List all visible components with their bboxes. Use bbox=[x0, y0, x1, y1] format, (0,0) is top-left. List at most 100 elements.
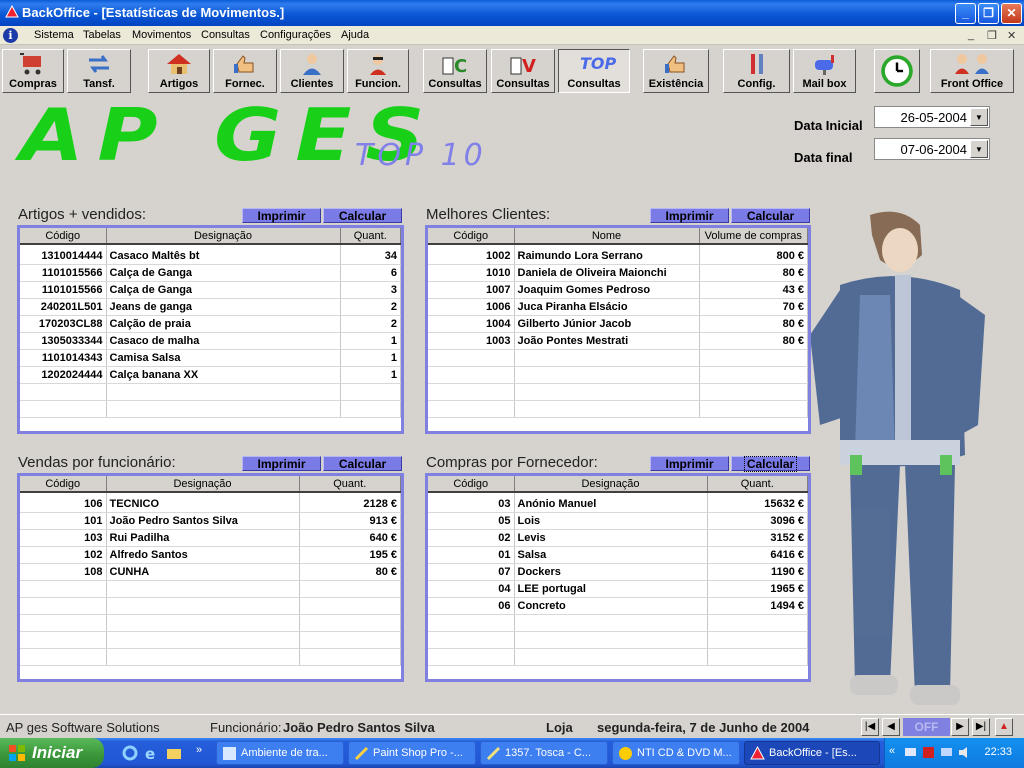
table-row[interactable]: 1007 Joaquim Gomes Pedroso 43 € bbox=[428, 281, 808, 299]
mdi-close-icon[interactable]: ✕ bbox=[1007, 29, 1016, 42]
column-header[interactable]: Quant. bbox=[340, 228, 401, 245]
browser-icon[interactable]: e bbox=[144, 745, 160, 761]
table-row[interactable]: 07 Dockers 1190 € bbox=[428, 563, 808, 581]
empty-row[interactable] bbox=[428, 614, 808, 632]
menu-tabelas[interactable]: Tabelas bbox=[83, 29, 121, 41]
column-header[interactable]: Código bbox=[428, 228, 515, 245]
table-row[interactable]: 102 Alfredo Santos 195 € bbox=[20, 546, 401, 564]
start-button[interactable]: Iniciar bbox=[0, 738, 104, 768]
next-record-button[interactable]: ▶ bbox=[951, 718, 969, 736]
empty-row[interactable] bbox=[20, 631, 401, 649]
table-row[interactable]: 03 Anónio Manuel 15632 € bbox=[428, 492, 808, 513]
monitor-icon[interactable] bbox=[939, 745, 954, 760]
empty-row[interactable] bbox=[428, 383, 808, 401]
table-row[interactable]: 1202024444 Calça banana XX 1 bbox=[20, 366, 401, 384]
column-header[interactable]: Nome bbox=[514, 228, 700, 245]
volume-icon[interactable] bbox=[957, 745, 972, 760]
task-nti[interactable]: NTI CD & DVD M... bbox=[612, 741, 740, 765]
funcion-button[interactable]: Funcion. bbox=[347, 49, 409, 93]
first-record-button[interactable]: |◀ bbox=[861, 718, 879, 736]
up-arrow-icon[interactable]: ▲ bbox=[995, 718, 1013, 736]
chevron-down-icon[interactable]: ▼ bbox=[970, 140, 988, 158]
empty-row[interactable] bbox=[428, 366, 808, 384]
transf-button[interactable]: Tansf. bbox=[67, 49, 131, 93]
artigos-button[interactable]: Artigos bbox=[148, 49, 210, 93]
clientes-table[interactable]: Código Nome Volume de compras 1002 Raimun… bbox=[425, 225, 811, 434]
task-paintshop[interactable]: Paint Shop Pro -... bbox=[348, 741, 476, 765]
internet-explorer-icon[interactable] bbox=[122, 745, 138, 761]
table-row[interactable]: 240201L501 Jeans de ganga 2 bbox=[20, 298, 401, 316]
table-row[interactable]: 06 Concreto 1494 € bbox=[428, 597, 808, 615]
security-icon[interactable] bbox=[921, 745, 936, 760]
artigos-calc-button[interactable]: Calcular bbox=[323, 208, 402, 223]
column-header[interactable]: Designação bbox=[106, 228, 341, 245]
compras-print-button[interactable]: Imprimir bbox=[650, 456, 729, 471]
table-row[interactable]: 108 CUNHA 80 € bbox=[20, 563, 401, 581]
prev-record-button[interactable]: ◀ bbox=[882, 718, 900, 736]
menu-configuracoes[interactable]: Configurações bbox=[260, 29, 331, 41]
column-header[interactable]: Código bbox=[20, 476, 107, 493]
table-row[interactable]: 04 LEE portugal 1965 € bbox=[428, 580, 808, 598]
network-icon[interactable] bbox=[903, 745, 918, 760]
task-tosca[interactable]: 1357. Tosca - C... bbox=[480, 741, 608, 765]
table-row[interactable]: 1002 Raimundo Lora Serrano 800 € bbox=[428, 244, 808, 265]
close-button[interactable]: ✕ bbox=[1001, 3, 1022, 24]
table-row[interactable]: 106 TECNICO 2128 € bbox=[20, 492, 401, 513]
folder-icon[interactable] bbox=[166, 745, 182, 761]
clock-button[interactable] bbox=[874, 49, 920, 93]
mdi-restore-icon[interactable]: ❐ bbox=[987, 29, 997, 42]
menu-movimentos[interactable]: Movimentos bbox=[132, 29, 191, 41]
table-row[interactable]: 101 João Pedro Santos Silva 913 € bbox=[20, 512, 401, 530]
table-row[interactable]: 1006 Juca Piranha Elsácio 70 € bbox=[428, 298, 808, 316]
fornec-button[interactable]: Fornec. bbox=[213, 49, 277, 93]
start-date-field[interactable]: 26-05-2004 ▼ bbox=[874, 106, 990, 128]
empty-row[interactable] bbox=[20, 400, 401, 418]
consultas-top-button[interactable]: TOP Consultas bbox=[558, 49, 630, 93]
minimize-button[interactable]: _ bbox=[955, 3, 976, 24]
maximize-button[interactable]: ❐ bbox=[978, 3, 999, 24]
table-row[interactable]: 1101015566 Calça de Ganga 6 bbox=[20, 264, 401, 282]
task-ambiente[interactable]: Ambiente de tra... bbox=[216, 741, 344, 765]
table-row[interactable]: 1003 João Pontes Mestrati 80 € bbox=[428, 332, 808, 350]
tray-expand-icon[interactable]: « bbox=[889, 745, 895, 757]
artigos-print-button[interactable]: Imprimir bbox=[242, 208, 321, 223]
clientes-print-button[interactable]: Imprimir bbox=[650, 208, 729, 223]
empty-row[interactable] bbox=[20, 648, 401, 666]
table-row[interactable]: 1101015566 Calça de Ganga 3 bbox=[20, 281, 401, 299]
vendas-table[interactable]: Código Designação Quant. 106 TECNICO 2128 … bbox=[17, 473, 404, 682]
existencia-button[interactable]: Existência bbox=[643, 49, 709, 93]
end-date-field[interactable]: 07-06-2004 ▼ bbox=[874, 138, 990, 160]
empty-row[interactable] bbox=[20, 597, 401, 615]
mailbox-button[interactable]: Mail box bbox=[793, 49, 856, 93]
chevron-down-icon[interactable]: ▼ bbox=[970, 108, 988, 126]
compras-table[interactable]: Código Designação Quant. 03 Anónio Manuel… bbox=[425, 473, 811, 682]
empty-row[interactable] bbox=[428, 631, 808, 649]
table-row[interactable]: 103 Rui Padilha 640 € bbox=[20, 529, 401, 547]
table-row[interactable]: 1010 Daniela de Oliveira Maionchi 80 € bbox=[428, 264, 808, 282]
vendas-calc-button[interactable]: Calcular bbox=[323, 456, 402, 471]
last-record-button[interactable]: ▶| bbox=[972, 718, 990, 736]
artigos-table[interactable]: Código Designação Quant. 1310014444 Casac… bbox=[17, 225, 404, 434]
front-office-button[interactable]: Front Office bbox=[930, 49, 1014, 93]
quicklaunch-expand-icon[interactable]: » bbox=[196, 744, 202, 756]
consultas-c-button[interactable]: C Consultas bbox=[423, 49, 487, 93]
empty-row[interactable] bbox=[20, 614, 401, 632]
task-backoffice[interactable]: BackOffice - [Es... bbox=[744, 741, 880, 765]
table-row[interactable]: 02 Levis 3152 € bbox=[428, 529, 808, 547]
info-icon[interactable]: i bbox=[3, 28, 18, 43]
column-header[interactable]: Designação bbox=[106, 476, 300, 493]
column-header[interactable]: Quant. bbox=[707, 476, 808, 493]
config-button[interactable]: Config. bbox=[723, 49, 790, 93]
table-row[interactable]: 01 Salsa 6416 € bbox=[428, 546, 808, 564]
menu-sistema[interactable]: Sistema bbox=[34, 29, 74, 41]
table-row[interactable]: 1004 Gilberto Júnior Jacob 80 € bbox=[428, 315, 808, 333]
empty-row[interactable] bbox=[20, 383, 401, 401]
empty-row[interactable] bbox=[428, 400, 808, 418]
table-row[interactable]: 170203CL88 Calção de praia 2 bbox=[20, 315, 401, 333]
menu-ajuda[interactable]: Ajuda bbox=[341, 29, 369, 41]
column-header[interactable]: Volume de compras bbox=[699, 228, 808, 245]
empty-row[interactable] bbox=[20, 580, 401, 598]
compras-calc-button[interactable]: Calcular bbox=[731, 456, 810, 472]
clientes-calc-button[interactable]: Calcular bbox=[731, 208, 810, 223]
table-row[interactable]: 1101014343 Camisa Salsa 1 bbox=[20, 349, 401, 367]
